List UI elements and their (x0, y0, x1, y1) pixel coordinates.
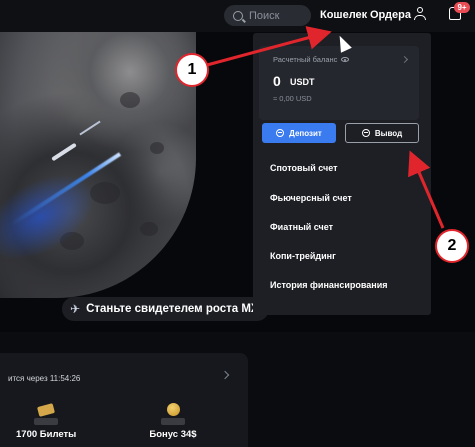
annotation-marker-1: 1 (175, 53, 209, 87)
annotation-marker-2: 2 (435, 229, 469, 263)
annotation-arrows (206, 26, 445, 229)
